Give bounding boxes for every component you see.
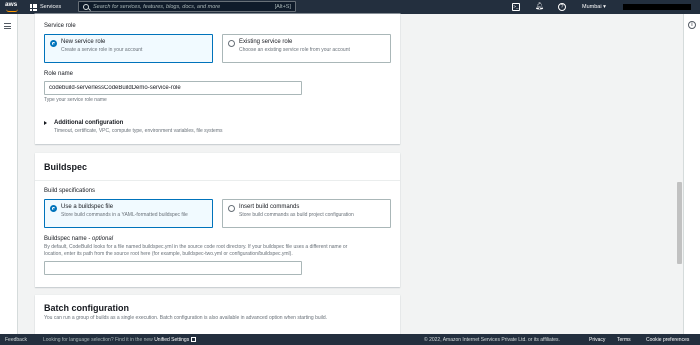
cloudshell-icon[interactable]: >_ <box>512 3 520 11</box>
new-service-role-radio[interactable] <box>50 40 57 47</box>
buildspec-name-input[interactable] <box>44 261 302 275</box>
service-role-label: Service role <box>44 23 76 29</box>
existing-service-role-title: Existing service role <box>239 39 293 45</box>
use-buildspec-file-desc: Store build commands in a YAML-formatted… <box>61 212 188 218</box>
info-icon[interactable]: i <box>688 21 696 29</box>
help-icon[interactable]: ? <box>558 3 566 11</box>
batch-configuration-desc: You can run a group of builds as a singl… <box>44 315 328 321</box>
caret-right-icon <box>44 121 47 125</box>
global-search[interactable]: [Alt+S] <box>78 1 296 12</box>
service-role-panel: Service role New service role Create a s… <box>35 14 400 144</box>
aws-logo-text: aws <box>5 1 18 8</box>
search-icon <box>83 3 89 10</box>
buildspec-panel: Buildspec Build specifications Use a bui… <box>35 153 400 287</box>
additional-configuration-title: Additional configuration <box>54 119 124 126</box>
buildspec-header: Buildspec <box>35 153 400 181</box>
role-name-hint: Type your service role name <box>44 97 107 103</box>
new-service-role-desc: Create a service role in your account <box>61 47 143 53</box>
aws-logo[interactable]: aws <box>5 1 23 13</box>
notifications-bell-icon[interactable]: 🔔︎ <box>535 3 544 11</box>
existing-service-role-desc: Choose an existing service role from you… <box>239 47 350 53</box>
region-selector[interactable]: Mumbai ▾ <box>582 2 606 12</box>
services-grid-icon <box>30 3 37 11</box>
unified-settings-link[interactable]: Unified Settings <box>154 337 189 343</box>
external-link-icon <box>191 337 197 342</box>
search-shortcut: [Alt+S] <box>274 3 291 10</box>
copyright-text: © 2022, Amazon Internet Services Private… <box>424 337 560 343</box>
insert-build-commands-title: Insert build commands <box>239 204 300 210</box>
batch-configuration-title: Batch configuration <box>44 303 129 313</box>
use-buildspec-file-option[interactable]: Use a buildspec file Store build command… <box>44 199 213 228</box>
hamburger-menu-icon[interactable] <box>4 23 11 29</box>
additional-configuration-expander[interactable]: Additional configuration Timeout, certif… <box>44 120 223 134</box>
aws-smile-icon <box>6 9 18 12</box>
services-label: Services <box>40 4 62 10</box>
top-navigation: aws Services [Alt+S] >_ 🔔︎ ? Mumbai ▾ <box>0 0 700 14</box>
role-name-input[interactable] <box>44 81 302 95</box>
scrollbar-track[interactable] <box>675 14 683 334</box>
new-service-role-option[interactable]: New service role Create a service role i… <box>44 34 213 63</box>
build-specifications-label: Build specifications <box>44 188 96 194</box>
buildspec-name-label-text: Buildspec name - <box>44 236 93 242</box>
role-name-label: Role name <box>44 71 74 77</box>
optional-tag: optional <box>92 236 114 242</box>
services-menu-button[interactable]: Services <box>30 2 61 12</box>
left-navigation-rail <box>0 14 18 334</box>
buildspec-title: Buildspec <box>44 162 88 172</box>
footer: Feedback Looking for language selection?… <box>0 334 700 345</box>
insert-build-commands-radio[interactable] <box>228 205 235 212</box>
insert-build-commands-option[interactable]: Insert build commands Store build comman… <box>222 199 391 228</box>
language-notice-text: Looking for language selection? Find it … <box>43 337 155 343</box>
insert-build-commands-desc: Store build commands as build project co… <box>239 212 354 218</box>
use-buildspec-file-title: Use a buildspec file <box>61 204 114 210</box>
buildspec-name-label: Buildspec name - optional <box>44 236 113 242</box>
terms-link[interactable]: Terms <box>617 337 631 343</box>
right-info-rail: i <box>683 14 700 334</box>
use-buildspec-file-radio[interactable] <box>50 205 57 212</box>
language-notice: Looking for language selection? Find it … <box>43 337 197 343</box>
batch-configuration-panel: Batch configuration You can run a group … <box>35 295 400 335</box>
cookie-preferences-link[interactable]: Cookie preferences <box>646 337 689 343</box>
privacy-link[interactable]: Privacy <box>589 337 605 343</box>
scrollbar-thumb[interactable] <box>677 182 682 264</box>
existing-service-role-option[interactable]: Existing service role Choose an existing… <box>222 34 391 63</box>
new-service-role-title: New service role <box>61 39 106 45</box>
additional-configuration-desc: Timeout, certificate, VPC, compute type,… <box>54 128 223 134</box>
buildspec-name-desc-2: location, enter its path from the source… <box>44 250 293 257</box>
feedback-link[interactable]: Feedback <box>5 337 27 343</box>
existing-service-role-radio[interactable] <box>228 40 235 47</box>
account-menu[interactable] <box>623 4 691 10</box>
search-input[interactable] <box>89 3 275 10</box>
